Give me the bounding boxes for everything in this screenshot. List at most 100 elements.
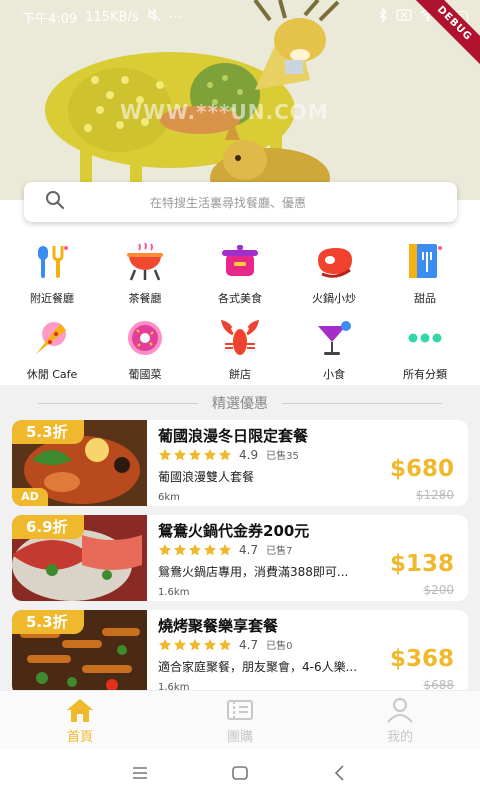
rating-stars: 4.7 已售7 (158, 542, 292, 557)
rating-stars: 4.7 已售0 (158, 637, 292, 652)
deal-card[interactable]: 5.3折 燒烤聚餐樂享套餐 4.7 已售0 適合家庭聚餐，朋友聚會，4-6人樂.… (12, 610, 468, 696)
steak-icon (312, 240, 356, 284)
sim-off-icon (396, 9, 412, 25)
cocktail-icon (312, 316, 356, 360)
discount-badge: 5.3折 (12, 610, 84, 634)
original-price: $1280 (415, 488, 454, 502)
category-tea-restaurant[interactable]: 茶餐廳 (105, 240, 185, 306)
back-icon[interactable] (331, 764, 349, 786)
mute-icon (147, 8, 161, 26)
lobster-icon (218, 316, 262, 360)
category-nearby[interactable]: 附近餐廳 (12, 240, 92, 306)
more-dots-icon (403, 316, 447, 360)
divider (282, 402, 442, 404)
star-icon (174, 448, 186, 460)
category-label: 休閒 Cafe (26, 368, 78, 381)
category-various-food[interactable]: 各式美食 (200, 240, 280, 306)
category-portuguese[interactable]: 葡國菜 (105, 316, 185, 382)
search-icon (44, 189, 66, 215)
user-icon (387, 698, 413, 723)
category-dessert[interactable]: 甜品 (385, 240, 465, 306)
divider (38, 402, 198, 404)
star-icon (174, 638, 186, 650)
star-icon (159, 543, 171, 555)
rating-value: 4.7 (239, 542, 259, 557)
bottom-navigation: 首頁 團購 我的 (0, 690, 480, 750)
tab-label: 首頁 (66, 730, 93, 745)
deal-title: 葡國浪漫冬日限定套餐 (158, 427, 309, 445)
category-label: 小食 (323, 368, 345, 381)
category-label: 附近餐廳 (30, 292, 74, 305)
deal-price: $680 (389, 456, 454, 482)
category-bakery[interactable]: 餅店 (200, 316, 280, 382)
deal-description: 葡國浪漫雙人套餐 (158, 470, 255, 484)
rating-value: 4.7 (239, 637, 259, 652)
utensils-icon (30, 240, 74, 284)
discount-badge: 5.3折 (12, 420, 84, 444)
star-icon (219, 543, 231, 555)
ad-badge: AD (12, 488, 48, 506)
star-icon (189, 638, 201, 650)
star-icon (204, 543, 216, 555)
tab-label: 團購 (226, 730, 253, 745)
tab-group-buy[interactable]: 團購 (160, 691, 320, 750)
star-icon (189, 543, 201, 555)
watermark-text: WWW.***UN.COM (120, 100, 329, 124)
home-icon (67, 699, 93, 722)
category-label: 火鍋小炒 (312, 292, 356, 305)
deal-title: 鴛鴦火鍋代金券200元 (158, 522, 310, 540)
deal-description: 鴛鴦火鍋店專用，消費滿388即可... (158, 565, 349, 579)
category-label: 各式美食 (218, 292, 262, 305)
search-bar[interactable]: 在特搜生活裏尋找餐廳、優惠 (24, 182, 457, 222)
deal-card[interactable]: 6.9折 鴛鴦火鍋代金券200元 4.7 已售7 鴛鴦火鍋店專用，消費滿388即… (12, 515, 468, 601)
menu-icon[interactable] (131, 764, 149, 786)
section-title: 精選優惠 (212, 396, 268, 412)
deal-price: $368 (389, 646, 454, 672)
category-label: 茶餐廳 (128, 292, 162, 305)
deal-distance: 1.6km (158, 587, 190, 598)
category-label: 甜品 (414, 292, 436, 305)
category-cafe[interactable]: 休閒 Cafe (12, 316, 92, 382)
status-bar: 下午4:09 115KB/s ⋯ 47 (0, 0, 480, 34)
category-label: 所有分類 (403, 368, 447, 381)
star-icon (219, 448, 231, 460)
menu-book-icon (403, 240, 447, 284)
deal-card[interactable]: 5.3折 AD 葡國浪漫冬日限定套餐 4.9 已售35 葡國浪漫雙人套餐 6km… (12, 420, 468, 506)
system-navigation-bar (0, 750, 480, 800)
discount-badge: 6.9折 (12, 515, 84, 539)
bluetooth-icon (378, 7, 388, 26)
star-icon (189, 448, 201, 460)
star-icon (219, 638, 231, 650)
star-icon (204, 638, 216, 650)
tab-home[interactable]: 首頁 (0, 691, 160, 750)
category-label: 葡國菜 (128, 368, 162, 381)
cooking-pot-icon (218, 240, 262, 284)
category-snacks[interactable]: 小食 (294, 316, 374, 382)
tab-profile[interactable]: 我的 (320, 691, 480, 750)
star-icon (174, 543, 186, 555)
status-net-speed: 115KB/s (85, 9, 139, 25)
category-all[interactable]: 所有分類 (385, 316, 465, 382)
donut-icon (123, 316, 167, 360)
pizza-icon (30, 316, 74, 360)
deal-description: 適合家庭聚餐，朋友聚會，4-6人樂... (158, 660, 358, 674)
category-label: 餅店 (229, 368, 251, 381)
star-icon (159, 448, 171, 460)
section-header: 精選優惠 (0, 392, 480, 414)
tab-label: 我的 (386, 730, 413, 745)
category-hotpot[interactable]: 火鍋小炒 (294, 240, 374, 306)
original-price: $200 (423, 583, 454, 597)
grill-icon (123, 240, 167, 284)
rating-value: 4.9 (239, 447, 259, 462)
deal-price: $138 (389, 551, 454, 577)
status-more-dots: ⋯ (168, 9, 182, 25)
sold-count: 已售0 (266, 641, 293, 652)
search-placeholder: 在特搜生活裏尋找餐廳、優惠 (150, 195, 307, 210)
deal-distance: 6km (158, 492, 180, 503)
status-time: 下午4:09 (22, 11, 78, 27)
home-button-icon[interactable] (231, 764, 249, 786)
star-icon (204, 448, 216, 460)
rating-stars: 4.9 已售35 (158, 447, 299, 462)
deal-title: 燒烤聚餐樂享套餐 (158, 617, 279, 635)
sold-count: 已售35 (266, 451, 299, 462)
